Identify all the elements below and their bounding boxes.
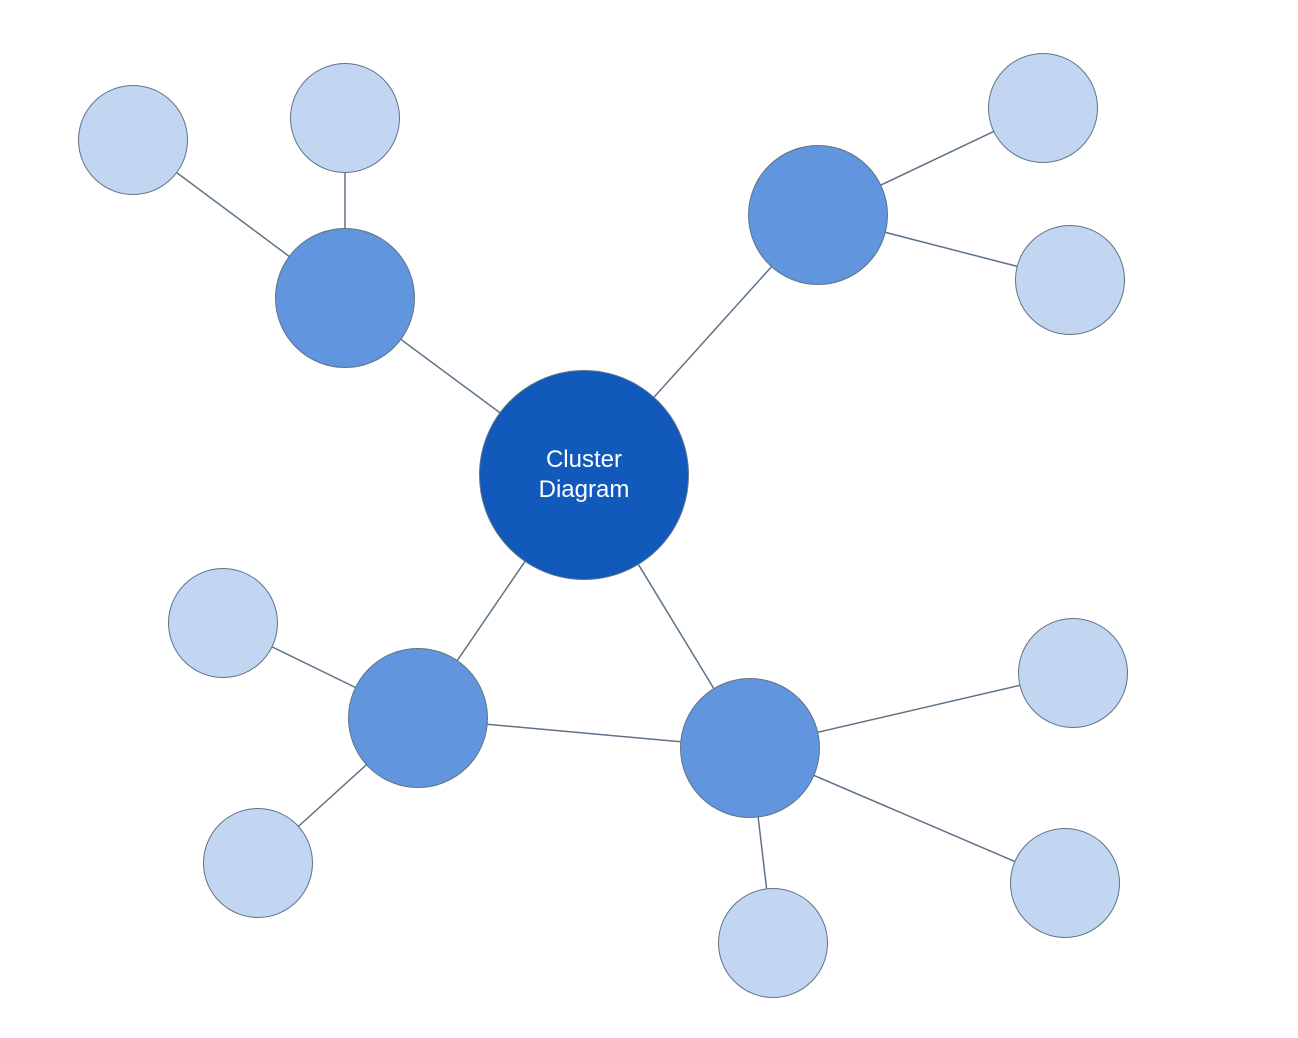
tertiary-node-tl-1 [78, 85, 188, 195]
tertiary-node-tl-2 [290, 63, 400, 173]
secondary-node-top-right [748, 145, 888, 285]
cluster-diagram: ClusterDiagram [0, 0, 1298, 1038]
secondary-node-bottom-left [348, 648, 488, 788]
tertiary-node-br-2 [718, 888, 828, 998]
tertiary-node-br-1 [1018, 618, 1128, 728]
center-node: ClusterDiagram [479, 370, 689, 580]
tertiary-node-bl-2 [203, 808, 313, 918]
tertiary-node-tr-2 [1015, 225, 1125, 335]
tertiary-node-bl-1 [168, 568, 278, 678]
center-node-label: ClusterDiagram [539, 445, 630, 505]
secondary-node-top-left [275, 228, 415, 368]
tertiary-node-tr-1 [988, 53, 1098, 163]
secondary-node-bottom-right [680, 678, 820, 818]
tertiary-node-br-3 [1010, 828, 1120, 938]
